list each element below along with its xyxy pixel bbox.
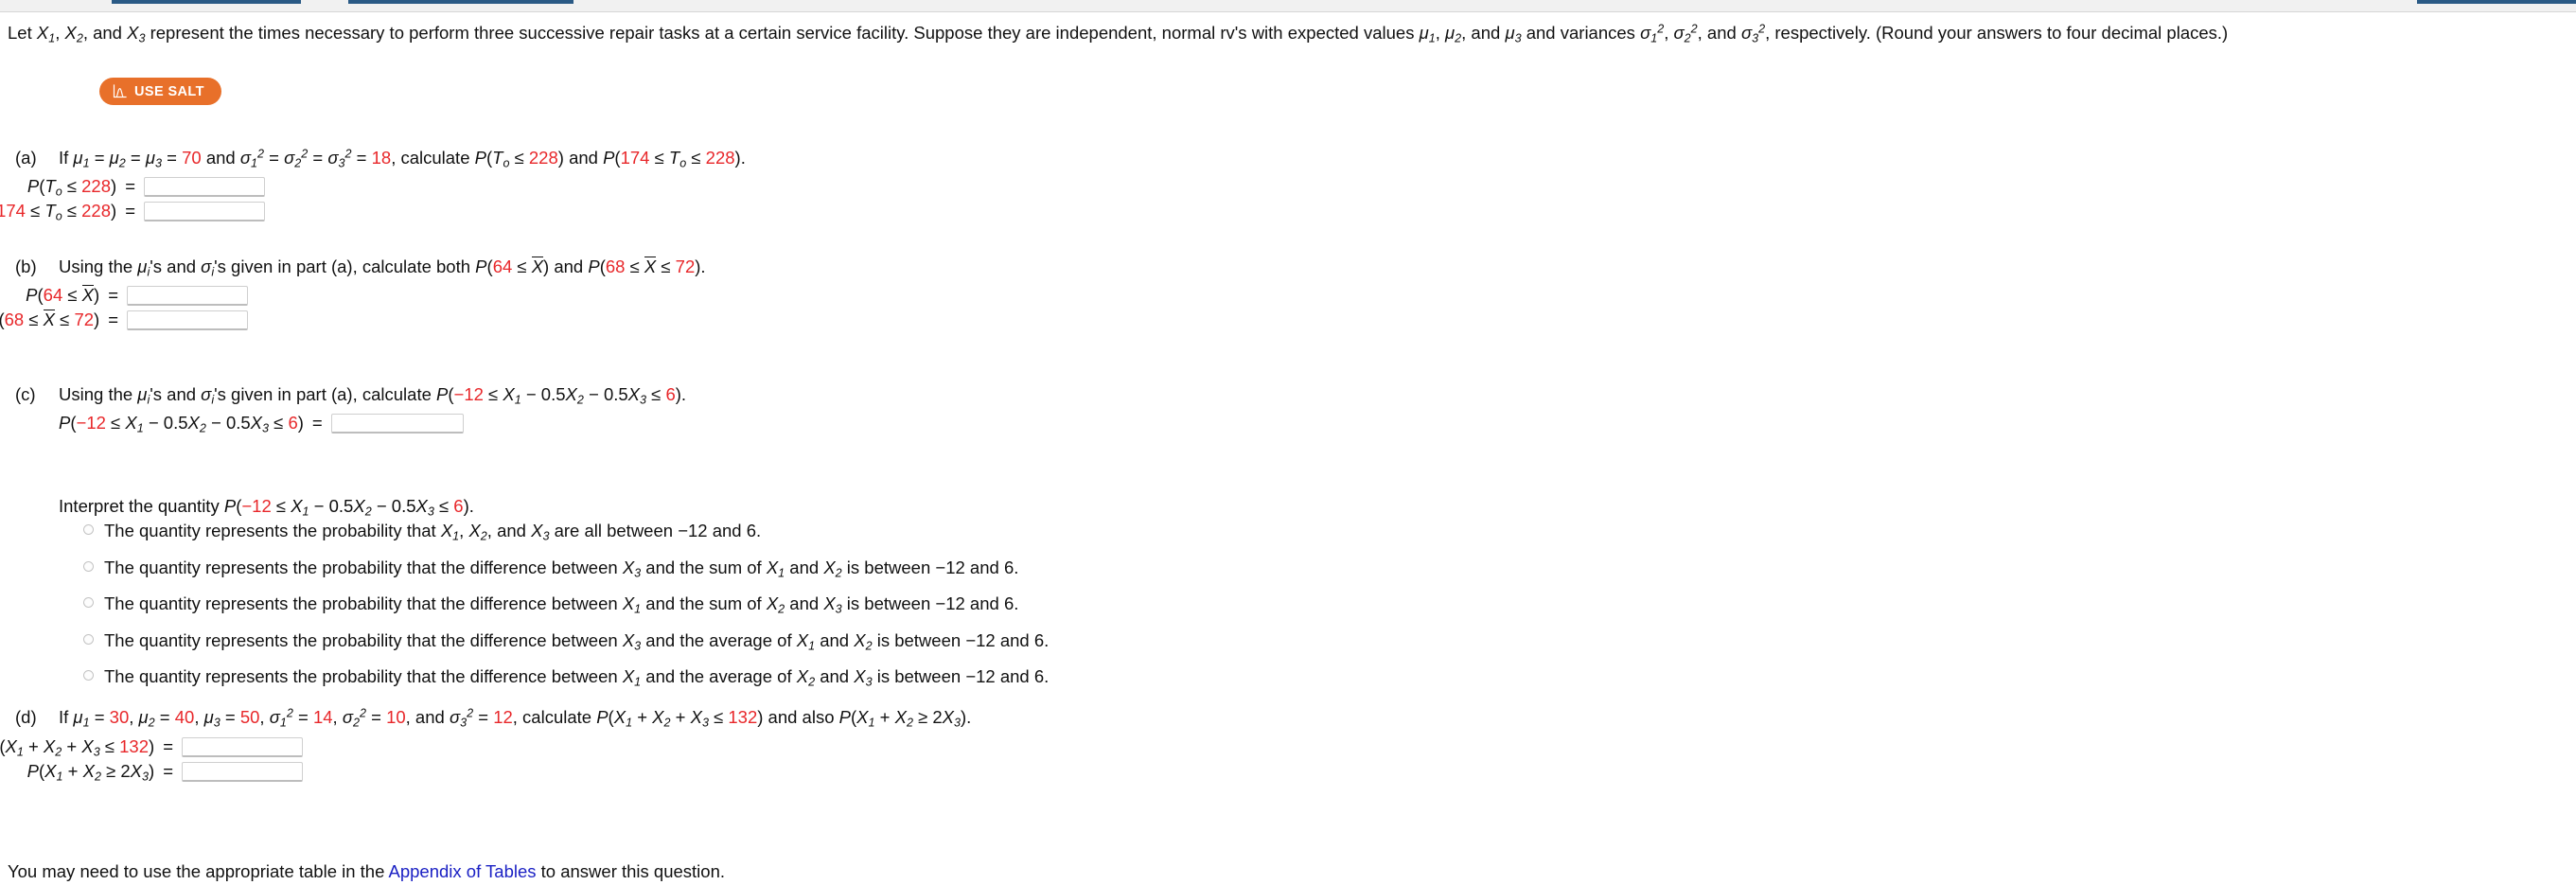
part-a-upper-1: 228	[528, 148, 558, 168]
part-d-label: (d)	[15, 707, 37, 727]
footer-after-link: to answer this question.	[536, 861, 726, 881]
distribution-curve-icon	[113, 84, 127, 98]
part-a-lower: 174	[620, 148, 650, 168]
symbol-mu2: μ2	[1445, 23, 1462, 45]
symbol-sigma2-sq: σ22	[1673, 22, 1698, 45]
part-a-stem: If μ1 = μ2 = μ3 = 70 and σ12 = σ22 = σ32…	[59, 147, 746, 170]
part-d-mu1: 30	[109, 707, 130, 727]
part-b-label: (b)	[15, 257, 37, 276]
part-b-input-2[interactable]	[127, 310, 248, 330]
part-d-sigma3: 12	[493, 707, 513, 727]
option-x1-avg-x2-x3[interactable]: The quantity represents the probability …	[83, 665, 1049, 702]
use-salt-label: USE SALT	[134, 83, 204, 99]
part-d-sigma1: 14	[312, 707, 333, 727]
browser-tab-fragment-2[interactable]	[348, 0, 573, 4]
radio-icon[interactable]	[83, 670, 94, 681]
part-d-answer-row-2: P(X1 + X2 ≥ 2X3) =	[0, 761, 303, 784]
part-a-input-1[interactable]	[144, 176, 265, 197]
browser-tab-strip	[0, 0, 2576, 12]
part-b-answer-label-1: P(64 ≤ X)	[26, 285, 100, 305]
option-x3-sum-x1-x2[interactable]: The quantity represents the probability …	[83, 557, 1049, 593]
radio-icon[interactable]	[83, 633, 94, 645]
part-d-mu2: 40	[174, 707, 195, 727]
part-d-input-2[interactable]	[182, 761, 303, 782]
part-b-answer-row-2: P(68 ≤ X ≤ 72) =	[0, 310, 248, 330]
symbol-sigma1-sq: σ12	[1640, 22, 1665, 45]
part-c-stem: Using the μi's and σi's given in part (a…	[59, 384, 687, 407]
interpret-prompt: Interpret the quantity P(−12 ≤ X1 − 0.5X…	[59, 496, 474, 519]
part-b-input-1[interactable]	[127, 285, 248, 306]
part-c-answer-row: P(−12 ≤ X1 − 0.5X2 − 0.5X3 ≤ 6) =	[59, 413, 464, 434]
radio-icon[interactable]	[83, 597, 94, 609]
part-b-answer-row-1: P(64 ≤ X) =	[0, 285, 248, 306]
part-d-bound-a: 132	[728, 707, 758, 727]
part-b-answer-label-2: P(68 ≤ X ≤ 72)	[0, 310, 100, 329]
option-label-all-between: The quantity represents the probability …	[104, 521, 762, 543]
symbol-mu1: μ1	[1419, 23, 1436, 45]
footer-before-link: You may need to use the appropriate tabl…	[8, 861, 389, 881]
intro-text-1: Let	[8, 23, 37, 43]
browser-tab-fragment-3[interactable]	[2417, 0, 2576, 4]
part-b-v3-a: 72	[675, 257, 696, 276]
appendix-note: You may need to use the appropriate tabl…	[8, 859, 725, 885]
part-d-answer-label-2: P(X1 + X2 ≥ 2X3)	[26, 761, 155, 784]
symbol-sigma3-sq: σ32	[1740, 22, 1766, 45]
equals-sign: =	[108, 310, 118, 329]
part-a-answer-label-2: P(174 ≤ To ≤ 228)	[0, 201, 117, 223]
part-b-v2-a: 68	[605, 257, 626, 276]
part-c-input[interactable]	[330, 413, 464, 434]
equals-sign: =	[108, 285, 118, 305]
intro-text-4: , respectively. (Round your answers to f…	[1765, 23, 2229, 43]
part-a-label: (a)	[15, 148, 37, 168]
option-all-between[interactable]: The quantity represents the probability …	[83, 520, 1049, 557]
option-label-x1-sum-x2-x3: The quantity represents the probability …	[104, 593, 1019, 616]
variable-x2: X2	[64, 23, 83, 45]
option-x1-sum-x2-x3[interactable]: The quantity represents the probability …	[83, 593, 1049, 629]
part-c-label: (c)	[15, 384, 36, 404]
equals-sign: =	[163, 761, 173, 781]
equals-sign: =	[163, 736, 173, 756]
part-a-upper-2: 228	[705, 148, 735, 168]
part-c-high-a: 6	[665, 384, 676, 404]
equals-sign: =	[311, 413, 323, 433]
radio-icon[interactable]	[83, 560, 94, 572]
option-label-x3-sum-x1-x2: The quantity represents the probability …	[104, 557, 1019, 580]
part-b-stem: Using the μi's and σi's given in part (a…	[59, 257, 706, 279]
part-a-answer-row-2: P(174 ≤ To ≤ 228) =	[0, 201, 265, 223]
part-d-stem: If μ1 = 30, μ2 = 40, μ3 = 50, σ12 = 14, …	[59, 706, 972, 730]
browser-tab-fragment-1[interactable]	[112, 0, 301, 4]
option-label-x3-avg-x1-x2: The quantity represents the probability …	[104, 629, 1050, 653]
equals-sign: =	[125, 176, 135, 196]
equals-sign: =	[125, 201, 135, 221]
option-x3-avg-x1-x2[interactable]: The quantity represents the probability …	[83, 629, 1049, 666]
intro-text-3: and variances	[1521, 23, 1641, 43]
part-c-answer-label: P(−12 ≤ X1 − 0.5X2 − 0.5X3 ≤ 6)	[59, 413, 304, 435]
part-a-answer-label-1: P(To ≤ 228)	[26, 176, 117, 199]
variable-x1: X1	[36, 23, 56, 45]
radio-icon[interactable]	[83, 524, 94, 535]
part-a-answer-row-1: P(To ≤ 228) =	[0, 176, 265, 199]
part-d-answer-row-1: P(X1 + X2 + X3 ≤ 132) =	[0, 736, 303, 759]
appendix-of-tables-link[interactable]: Appendix of Tables	[389, 861, 537, 881]
part-d-input-1[interactable]	[182, 736, 303, 757]
part-a-mu-value: 70	[182, 148, 202, 168]
variable-x3: X3	[127, 23, 146, 45]
use-salt-button[interactable]: USE SALT	[99, 78, 221, 105]
symbol-mu3: μ3	[1505, 23, 1522, 45]
interpretation-options: The quantity represents the probability …	[83, 520, 1049, 702]
part-b-v1-a: 64	[492, 257, 513, 276]
problem-statement: Let X1, X2, and X3 represent the times n…	[8, 22, 2229, 45]
intro-text-2: represent the times necessary to perform…	[145, 23, 1420, 43]
part-d-sigma2: 10	[386, 707, 406, 727]
part-d-answer-label-1: P(X1 + X2 + X3 ≤ 132)	[0, 736, 155, 759]
part-a-sigma-value: 18	[371, 148, 392, 168]
part-c-low-a: −12	[453, 384, 484, 404]
option-label-x1-avg-x2-x3: The quantity represents the probability …	[104, 666, 1050, 689]
part-d-mu3: 50	[239, 707, 260, 727]
part-a-input-2[interactable]	[144, 201, 265, 221]
